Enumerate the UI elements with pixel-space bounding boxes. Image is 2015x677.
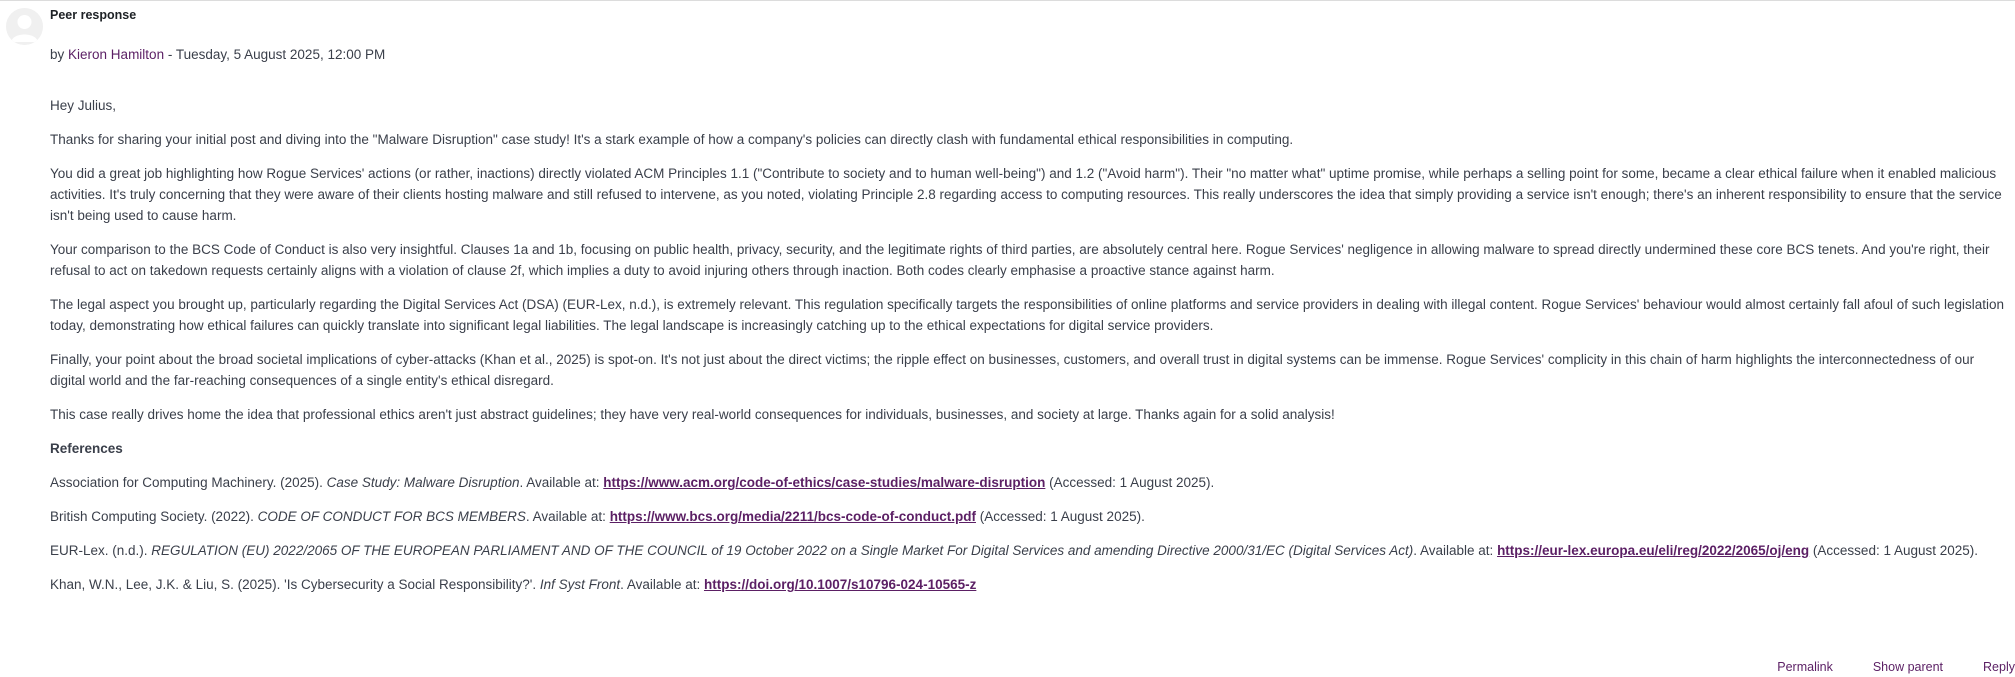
reference-link[interactable]: https://www.acm.org/code-of-ethics/case-… (603, 475, 1045, 490)
post-subject: Peer response (50, 8, 137, 22)
user-avatar-icon[interactable] (6, 8, 43, 45)
reference-link[interactable]: https://eur-lex.europa.eu/eli/reg/2022/2… (1497, 543, 1809, 558)
post-paragraph: Hey Julius, (50, 98, 117, 113)
reference-accessed: (Accessed: 1 August 2025). (975, 509, 1145, 524)
author-link[interactable]: Kieron Hamilton (68, 47, 164, 62)
reference-text: . Available at: (1413, 543, 1498, 558)
reference-item: Khan, W.N., Lee, J.K. & Liu, S. (2025). … (50, 574, 2005, 595)
post-date: - Tuesday, 5 August 2025, 12:00 PM (167, 47, 386, 62)
user-silhouette-icon (6, 8, 43, 45)
reference-title: REGULATION (EU) 2022/2065 OF THE EUROPEA… (151, 543, 1414, 558)
reference-text: British Computing Society. (2022). (50, 509, 258, 524)
reference-text: . Available at: (519, 475, 604, 490)
reference-link[interactable]: https://doi.org/10.1007/s10796-024-10565… (704, 577, 976, 592)
post-paragraph: Thanks for sharing your initial post and… (50, 132, 1294, 147)
reference-text: Association for Computing Machinery. (20… (50, 475, 327, 490)
reference-text: EUR-Lex. (n.d.). (50, 543, 152, 558)
post-byline: by Kieron Hamilton - Tuesday, 5 August 2… (50, 47, 2005, 63)
reference-item: British Computing Society. (2022). CODE … (50, 506, 2005, 527)
post-actions: Permalink Show parent Reply (1767, 660, 2015, 674)
reference-title: Case Study: Malware Disruption (326, 475, 520, 490)
reference-item: Association for Computing Machinery. (20… (50, 472, 2005, 493)
post-body: Hey Julius, Thanks for sharing your init… (50, 95, 2005, 595)
post-paragraph: This case really drives home the idea th… (50, 407, 1335, 422)
reference-item: EUR-Lex. (n.d.). REGULATION (EU) 2022/20… (50, 540, 2005, 561)
reference-accessed: (Accessed: 1 August 2025). (1045, 475, 1215, 490)
post-paragraph: The legal aspect you brought up, particu… (50, 297, 2005, 333)
reference-text: . Available at: (620, 577, 704, 592)
reference-text: Khan, W.N., Lee, J.K. & Liu, S. (2025). … (50, 577, 540, 592)
top-divider (0, 0, 2015, 1)
post-paragraph: Your comparison to the BCS Code of Condu… (50, 242, 1990, 278)
reference-title: CODE OF CONDUCT FOR BCS MEMBERS (257, 509, 526, 524)
forum-post: Peer response by Kieron Hamilton - Tuesd… (50, 8, 2005, 608)
reference-link[interactable]: https://www.bcs.org/media/2211/bcs-code-… (610, 509, 976, 524)
reference-accessed: (Accessed: 1 August 2025). (1809, 543, 1979, 558)
reply-link[interactable]: Reply (1973, 660, 2015, 674)
post-paragraph: You did a great job highlighting how Rog… (50, 166, 2002, 223)
references-heading: References (50, 441, 123, 456)
show-parent-link[interactable]: Show parent (1863, 660, 1973, 674)
post-paragraph: Finally, your point about the broad soci… (50, 352, 1975, 388)
byline-prefix: by (50, 47, 65, 62)
reference-title: Inf Syst Front (539, 577, 621, 592)
reference-text: . Available at: (525, 509, 610, 524)
permalink-link[interactable]: Permalink (1767, 660, 1863, 674)
